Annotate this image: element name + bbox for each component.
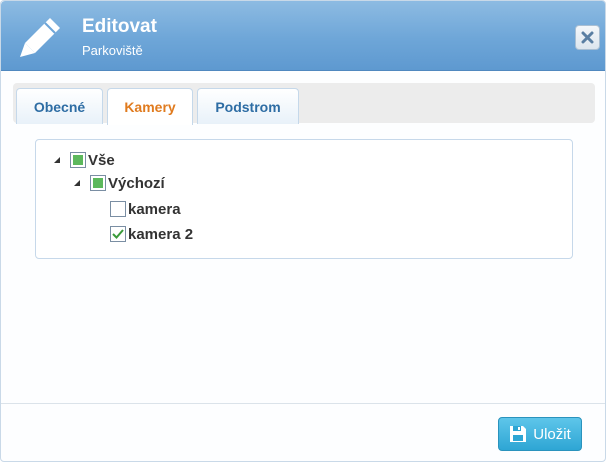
tree-node-kamera: kamera xyxy=(110,199,181,219)
dialog-title: Editovat xyxy=(82,16,157,37)
tree-node-root: Vše xyxy=(52,150,115,170)
checkbox-group[interactable] xyxy=(90,175,106,191)
save-button-label: Uložit xyxy=(533,425,571,443)
edit-dialog: Editovat Parkoviště Obecné Kamery Podstr… xyxy=(0,0,606,462)
checkmark-icon xyxy=(112,229,124,239)
footer-divider xyxy=(1,403,605,404)
dialog-subtitle: Parkoviště xyxy=(82,43,143,58)
tree-label-group[interactable]: Výchozí xyxy=(108,175,165,192)
tab-kamery[interactable]: Kamery xyxy=(107,88,193,125)
checkbox-root[interactable] xyxy=(70,152,86,168)
tree-node-kamera-2: kamera 2 xyxy=(110,224,193,244)
tree-label-kamera-2[interactable]: kamera 2 xyxy=(128,226,193,243)
expand-toggle-icon[interactable] xyxy=(52,155,62,165)
tab-podstrom[interactable]: Podstrom xyxy=(197,88,299,124)
tab-bar: Obecné Kamery Podstrom xyxy=(13,83,595,125)
checkbox-kamera[interactable] xyxy=(110,201,126,217)
tab-obecne[interactable]: Obecné xyxy=(16,88,103,124)
tree-node-group: Výchozí xyxy=(72,173,165,193)
camera-tree: Vše Výchozí kamera kamera 2 xyxy=(35,139,573,259)
tree-label-root[interactable]: Vše xyxy=(88,152,115,169)
save-button[interactable]: Uložit xyxy=(498,417,582,451)
tree-label-kamera[interactable]: kamera xyxy=(128,201,181,218)
save-icon xyxy=(510,426,527,442)
close-icon xyxy=(581,31,594,44)
checkbox-kamera-2[interactable] xyxy=(110,226,126,242)
pencil-icon xyxy=(20,18,60,57)
close-button[interactable] xyxy=(575,25,600,50)
dialog-header: Editovat Parkoviště xyxy=(1,1,605,71)
expand-toggle-icon[interactable] xyxy=(72,178,82,188)
